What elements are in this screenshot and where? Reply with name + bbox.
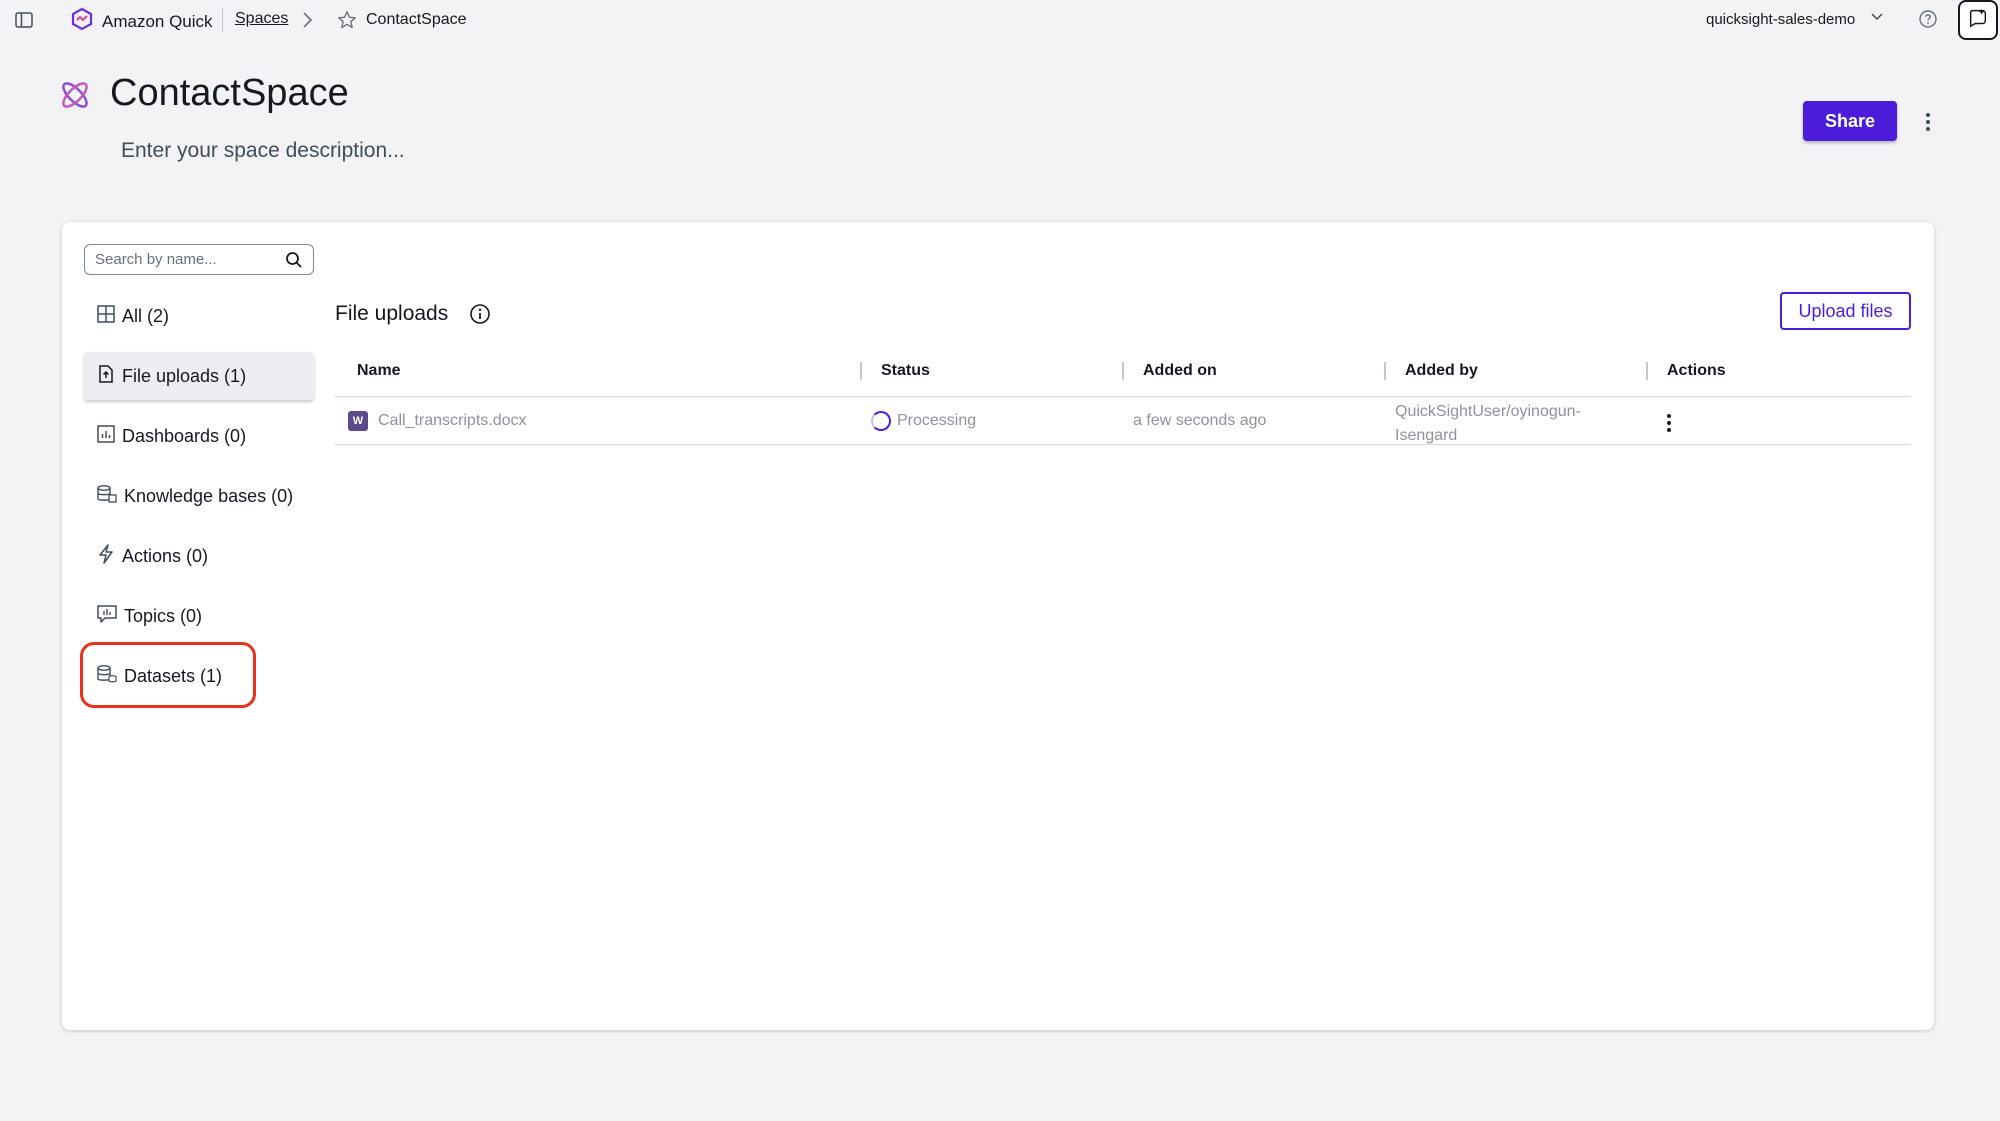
brand-name: Amazon Quick: [102, 11, 213, 31]
space-description-field[interactable]: Enter your space description...: [121, 139, 405, 163]
row-actions-menu-icon[interactable]: [1662, 412, 1676, 434]
added-by-text: QuickSightUser/oyinogun- Isengard: [1395, 400, 1625, 448]
sidebar-item-file-uploads[interactable]: File uploads (1): [84, 352, 314, 400]
upload-files-button[interactable]: Upload files: [1780, 292, 1911, 330]
search-icon[interactable]: [285, 251, 303, 274]
column-divider[interactable]: [1384, 362, 1386, 380]
breadcrumb-divider: [222, 8, 223, 32]
column-divider[interactable]: [1122, 362, 1124, 380]
database-icon: [96, 484, 118, 509]
sidebar-item-label: Datasets (1): [124, 665, 223, 686]
share-button[interactable]: Share: [1803, 101, 1897, 141]
column-header-added-by[interactable]: Added by: [1405, 362, 1478, 380]
quick-logo-icon: [70, 7, 94, 36]
breadcrumb-spaces-link[interactable]: Spaces: [235, 10, 288, 28]
star-icon[interactable]: [336, 9, 358, 36]
search-box: [84, 244, 314, 275]
file-upload-icon: [96, 364, 116, 389]
table-header-divider: [335, 396, 1911, 397]
topic-icon: [96, 604, 118, 629]
space-atom-icon: [56, 76, 94, 119]
column-divider[interactable]: [860, 362, 862, 380]
column-divider[interactable]: [1646, 362, 1648, 380]
sidebar-item-dashboards[interactable]: Dashboards (0): [84, 412, 314, 460]
column-header-name[interactable]: Name: [357, 362, 401, 380]
column-header-added-on[interactable]: Added on: [1143, 362, 1217, 380]
added-on-text: a few seconds ago: [1133, 412, 1267, 429]
top-bar: Amazon Quick Spaces ContactSpace quicksi…: [0, 0, 2000, 40]
table-row-divider: [335, 444, 1911, 445]
chat-icon: [1967, 7, 1989, 34]
sidebar-toggle-icon[interactable]: [14, 10, 34, 30]
space-content-card: All (2) File uploads (1) Dashboards (0) …: [62, 222, 1934, 1030]
file-name: Call_transcripts.docx: [378, 412, 527, 429]
sidebar-item-label: Dashboards (0): [122, 425, 247, 446]
status-text: Processing: [897, 412, 977, 429]
section-title: File uploads: [335, 302, 449, 325]
grid-icon: [96, 304, 116, 329]
sidebar-item-datasets[interactable]: Datasets (1): [84, 652, 314, 700]
page-title: ContactSpace: [110, 72, 349, 114]
dataset-icon: [96, 664, 118, 689]
breadcrumb-current: ContactSpace: [366, 11, 467, 28]
more-options-icon[interactable]: [1918, 108, 1938, 136]
column-header-actions: Actions: [1667, 362, 1726, 379]
sidebar-item-label: All (2): [122, 305, 170, 326]
sidebar-item-topics[interactable]: Topics (0): [84, 592, 314, 640]
sidebar-item-all[interactable]: All (2): [84, 292, 314, 340]
sidebar-item-label: Topics (0): [124, 605, 203, 626]
added-by-line: QuickSightUser/oyinogun-: [1395, 403, 1581, 420]
sidebar-item-label: Actions (0): [122, 545, 209, 566]
processing-spinner-icon: [871, 411, 891, 431]
sidebar-item-label: File uploads (1): [122, 365, 247, 386]
lightning-icon: [96, 543, 116, 569]
column-header-status[interactable]: Status: [881, 362, 930, 380]
dashboard-icon: [96, 424, 116, 449]
account-menu[interactable]: quicksight-sales-demo: [1706, 9, 1885, 29]
brand[interactable]: Amazon Quick: [70, 7, 213, 36]
chat-button[interactable]: [1958, 0, 1998, 40]
account-name: quicksight-sales-demo: [1706, 10, 1856, 28]
sidebar-item-knowledge-bases[interactable]: Knowledge bases (0): [84, 472, 314, 520]
info-icon[interactable]: [469, 303, 491, 330]
help-icon[interactable]: [1918, 9, 1938, 34]
sidebar-item-label: Knowledge bases (0): [124, 485, 294, 506]
sidebar-item-actions[interactable]: Actions (0): [84, 532, 314, 580]
search-input[interactable]: [95, 251, 275, 268]
chevron-right-icon: [300, 11, 314, 34]
word-document-icon: W: [348, 411, 368, 431]
chevron-down-icon: [1869, 9, 1885, 29]
